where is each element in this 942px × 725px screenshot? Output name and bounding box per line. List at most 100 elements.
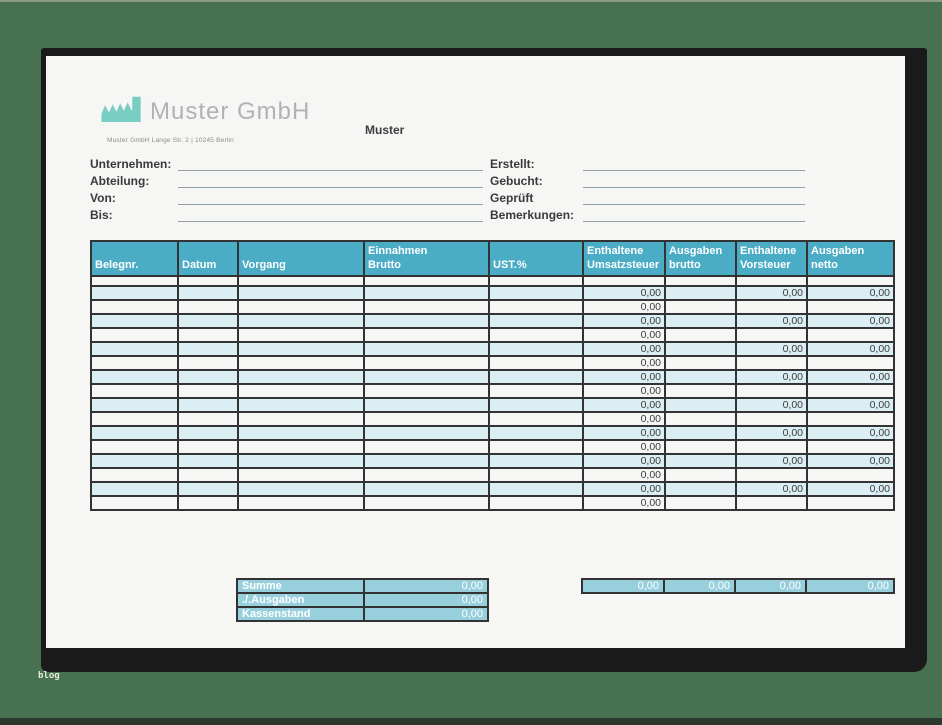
table-cell: 0,00 (807, 342, 894, 356)
table-cell (665, 468, 736, 482)
summary-row: Kassenstand0,00 (237, 607, 488, 621)
table-cell (807, 468, 894, 482)
table-cell: 0,00 (583, 496, 665, 510)
table-cell (91, 440, 178, 454)
table-cell (178, 412, 238, 426)
table-cell (736, 496, 807, 510)
table-row: 0,000,000,00 (91, 398, 894, 412)
table-cell: 0,00 (807, 286, 894, 300)
table-row (91, 276, 894, 286)
table-cell: 0,00 (736, 398, 807, 412)
table-row: 0,000,000,00 (91, 286, 894, 300)
table-row: 0,00 (91, 440, 894, 454)
table-cell (178, 496, 238, 510)
table-cell (489, 496, 583, 510)
form-underline (583, 170, 805, 171)
table-cell (736, 276, 807, 286)
table-cell: 0,00 (736, 454, 807, 468)
table-cell (364, 468, 489, 482)
table-cell (364, 276, 489, 286)
table-cell (364, 328, 489, 342)
table-cell (489, 398, 583, 412)
table-row: 0,000,000,00 (91, 342, 894, 356)
column-header: Enthaltene Umsatzsteuer (583, 241, 665, 276)
form-underline (178, 170, 483, 171)
page-shadow: Muster GmbH Muster GmbH Lange Str. 2 | 1… (41, 48, 927, 672)
form-label: Bemerkungen: (490, 208, 574, 222)
table-cell: 0,00 (583, 370, 665, 384)
table-cell (364, 454, 489, 468)
company-logo-text: Muster GmbH (150, 98, 310, 126)
table-cell (665, 300, 736, 314)
summary-value: 0,00 (364, 579, 488, 593)
table-cell (364, 342, 489, 356)
table-cell (665, 328, 736, 342)
table-cell (807, 412, 894, 426)
table-cell: 0,00 (583, 468, 665, 482)
table-cell (364, 314, 489, 328)
table-row: 0,00 (91, 300, 894, 314)
table-cell (364, 482, 489, 496)
summary-total-cell: 0,00 (664, 579, 735, 593)
table-cell (238, 356, 364, 370)
table-cell (91, 314, 178, 328)
table-cell (489, 440, 583, 454)
table-cell (238, 412, 364, 426)
table-row: 0,00 (91, 468, 894, 482)
form-column-left: Unternehmen: Abteilung: Von: Bis: (90, 155, 505, 223)
table-row: 0,000,000,00 (91, 426, 894, 440)
table-cell (178, 342, 238, 356)
form-row: Gebucht: (490, 172, 820, 189)
table-cell (665, 440, 736, 454)
column-header: UST.% (489, 241, 583, 276)
table-cell (665, 398, 736, 412)
column-header: Einnahmen Brutto (364, 241, 489, 276)
table-cell (665, 482, 736, 496)
table-cell (665, 454, 736, 468)
table-cell: 0,00 (807, 454, 894, 468)
column-header: Datum (178, 241, 238, 276)
table-cell (807, 496, 894, 510)
table-cell (238, 426, 364, 440)
table-cell (238, 342, 364, 356)
table-cell (489, 276, 583, 286)
table-cell (238, 384, 364, 398)
table-cell (178, 482, 238, 496)
form-underline (583, 187, 805, 188)
table-cell (238, 496, 364, 510)
table-cell (364, 356, 489, 370)
table-cell: 0,00 (583, 328, 665, 342)
blog-watermark: blog (38, 671, 60, 681)
table-cell (364, 426, 489, 440)
table-cell (238, 300, 364, 314)
table-cell (178, 300, 238, 314)
table-cell (489, 342, 583, 356)
table-cell (178, 398, 238, 412)
summary-total-cell: 0,00 (806, 579, 894, 593)
table-cell (178, 286, 238, 300)
table-cell (91, 342, 178, 356)
table-cell (178, 440, 238, 454)
factory-icon (100, 94, 144, 122)
table-cell (665, 314, 736, 328)
form-row: Von: (90, 189, 505, 206)
table-cell (178, 454, 238, 468)
table-cell: 0,00 (583, 440, 665, 454)
table-cell: 0,00 (583, 300, 665, 314)
table-cell (736, 468, 807, 482)
table-cell (238, 314, 364, 328)
table-cell (91, 482, 178, 496)
table-cell: 0,00 (807, 370, 894, 384)
table-header-row: Belegnr.DatumVorgangEinnahmen BruttoUST.… (91, 241, 894, 276)
form-label: Erstellt: (490, 157, 535, 171)
table-cell (178, 370, 238, 384)
column-header: Enthaltene Vorsteuer (736, 241, 807, 276)
table-cell (665, 286, 736, 300)
table-cell: 0,00 (583, 384, 665, 398)
table-cell: 0,00 (807, 314, 894, 328)
table-cell (91, 426, 178, 440)
table-cell (489, 356, 583, 370)
form-underline (178, 187, 483, 188)
column-header: Belegnr. (91, 241, 178, 276)
company-address: Muster GmbH Lange Str. 2 | 10245 Berlin (107, 137, 234, 144)
